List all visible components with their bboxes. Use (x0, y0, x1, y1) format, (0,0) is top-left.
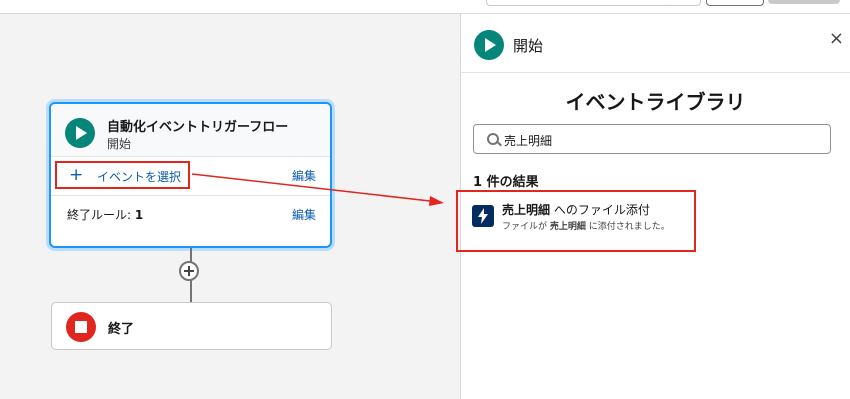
result-title: 売上明細 へのファイル添付 (502, 203, 650, 217)
panel-header: 開始 × (461, 14, 850, 73)
end-node[interactable]: 終了 (51, 302, 332, 350)
start-node[interactable]: 自動化イベントトリガーフロー 開始 + イベントを選択 編集 終了ルール: 1 … (49, 102, 332, 248)
result-count: 1 件の結果 (473, 175, 539, 190)
start-node-title: 自動化イベントトリガーフロー (107, 120, 289, 135)
top-toolbar (0, 0, 850, 14)
event-result-item[interactable]: 売上明細 へのファイル添付 ファイルが 売上明細 に添付されました。 (456, 190, 696, 252)
add-element-icon[interactable] (179, 261, 199, 281)
event-row: + イベントを選択 編集 (51, 157, 330, 196)
start-node-subtitle: 開始 (107, 137, 132, 151)
event-panel: 開始 × イベントライブラリ 売上明細 1 件の結果 売上明細 へのファイル添付… (456, 14, 850, 399)
end-rule-text: 終了ルール: 1 (67, 208, 144, 222)
toolbar-primary-button[interactable] (768, 0, 840, 4)
stop-icon (66, 312, 96, 342)
panel-title: 開始 (513, 37, 544, 55)
library-title: イベントライブラリ (565, 90, 746, 114)
edit-event-link[interactable]: 編集 (292, 167, 316, 184)
toolbar-input[interactable] (486, 0, 672, 6)
flow-canvas: 自動化イベントトリガーフロー 開始 + イベントを選択 編集 終了ルール: 1 … (0, 14, 460, 399)
select-event-button[interactable]: + イベントを選択 (55, 161, 190, 189)
play-icon (474, 30, 504, 60)
toolbar-dropdown[interactable] (670, 0, 701, 6)
result-description: ファイルが 売上明細 に添付されました。 (502, 222, 670, 232)
close-icon[interactable]: × (829, 28, 844, 49)
toolbar-button[interactable] (706, 0, 764, 6)
end-rule-row: 終了ルール: 1 編集 (51, 196, 330, 234)
plus-icon: + (69, 165, 84, 185)
play-icon (65, 118, 95, 148)
select-event-label: イベントを選択 (97, 170, 182, 184)
end-node-label: 終了 (108, 322, 135, 337)
search-input[interactable]: 売上明細 (473, 124, 831, 154)
search-icon (487, 133, 499, 145)
start-node-header: 自動化イベントトリガーフロー 開始 (51, 104, 330, 157)
search-value: 売上明細 (504, 134, 553, 148)
lightning-bolt-icon (472, 205, 494, 227)
edit-end-rule-link[interactable]: 編集 (292, 206, 316, 223)
